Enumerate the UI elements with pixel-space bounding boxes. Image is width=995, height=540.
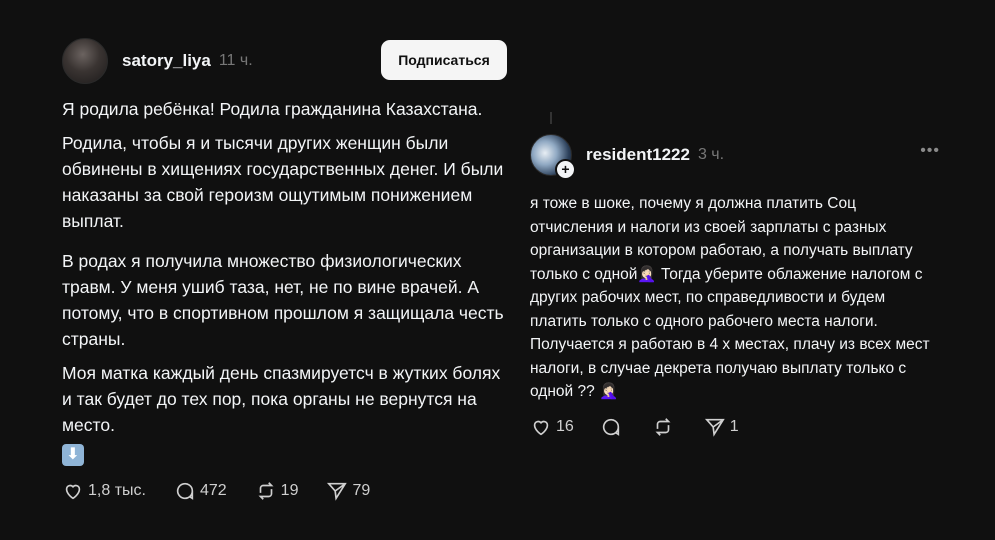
follow-button[interactable]: Подписаться xyxy=(381,40,507,80)
like-count: 1,8 тыс. xyxy=(88,482,146,499)
post-paragraph: Моя матка каждый день спазмируетсч в жут… xyxy=(62,363,501,435)
comment-icon xyxy=(602,418,619,436)
heart-icon xyxy=(533,420,549,435)
like-button[interactable]: 16 xyxy=(530,416,574,438)
post-paragraph: Родила, чтобы я и тысячи других женщин б… xyxy=(62,133,504,231)
reply-card: + resident1222 3 ч. ••• я тоже в шоке, п… xyxy=(530,110,940,438)
comment-icon xyxy=(176,482,194,500)
post-header: satory_liya 11 ч. Подписаться xyxy=(62,38,512,84)
heart-icon xyxy=(65,484,81,500)
avatar[interactable] xyxy=(62,38,108,84)
down-arrow-emoji: ⬇ xyxy=(62,444,84,466)
comment-button[interactable] xyxy=(600,416,626,438)
send-icon xyxy=(704,418,725,437)
more-options-icon[interactable]: ••• xyxy=(920,142,940,160)
repost-icon xyxy=(258,482,274,500)
repost-button[interactable]: 19 xyxy=(255,480,299,502)
comment-count: 472 xyxy=(199,482,227,499)
repost-count: 19 xyxy=(280,482,299,499)
share-button[interactable]: 1 xyxy=(704,416,739,438)
like-button[interactable]: 1,8 тыс. xyxy=(62,480,146,502)
username[interactable]: resident1222 xyxy=(586,145,690,165)
reply-text: я тоже в шоке, почему я должна платить С… xyxy=(530,195,930,400)
share-count: 79 xyxy=(352,482,371,499)
post-paragraph: Я родила ребёнка! Родила гражданина Каза… xyxy=(62,99,483,119)
share-count: 1 xyxy=(729,417,739,435)
post-card: satory_liya 11 ч. Подписаться Я родила р… xyxy=(62,38,512,502)
post-text: Я родила ребёнка! Родила гражданина Каза… xyxy=(62,96,512,466)
follow-plus-icon[interactable]: + xyxy=(555,159,576,180)
timestamp: 11 ч. xyxy=(218,52,253,69)
like-count: 16 xyxy=(556,417,574,435)
share-button[interactable]: 79 xyxy=(326,480,370,502)
timestamp: 3 ч. xyxy=(697,146,725,163)
send-icon xyxy=(327,482,348,501)
post-header: + resident1222 3 ч. ••• xyxy=(530,132,940,180)
repost-icon xyxy=(655,417,671,436)
post-paragraph: В родах я получила множество физиологиче… xyxy=(62,251,504,349)
action-bar: 1,8 тыс. 472 19 79 xyxy=(62,480,512,502)
avatar[interactable]: + xyxy=(530,134,576,180)
username[interactable]: satory_liya xyxy=(122,51,211,71)
comment-button[interactable]: 472 xyxy=(174,480,227,502)
repost-button[interactable] xyxy=(652,416,678,438)
action-bar: 16 1 xyxy=(530,416,940,438)
